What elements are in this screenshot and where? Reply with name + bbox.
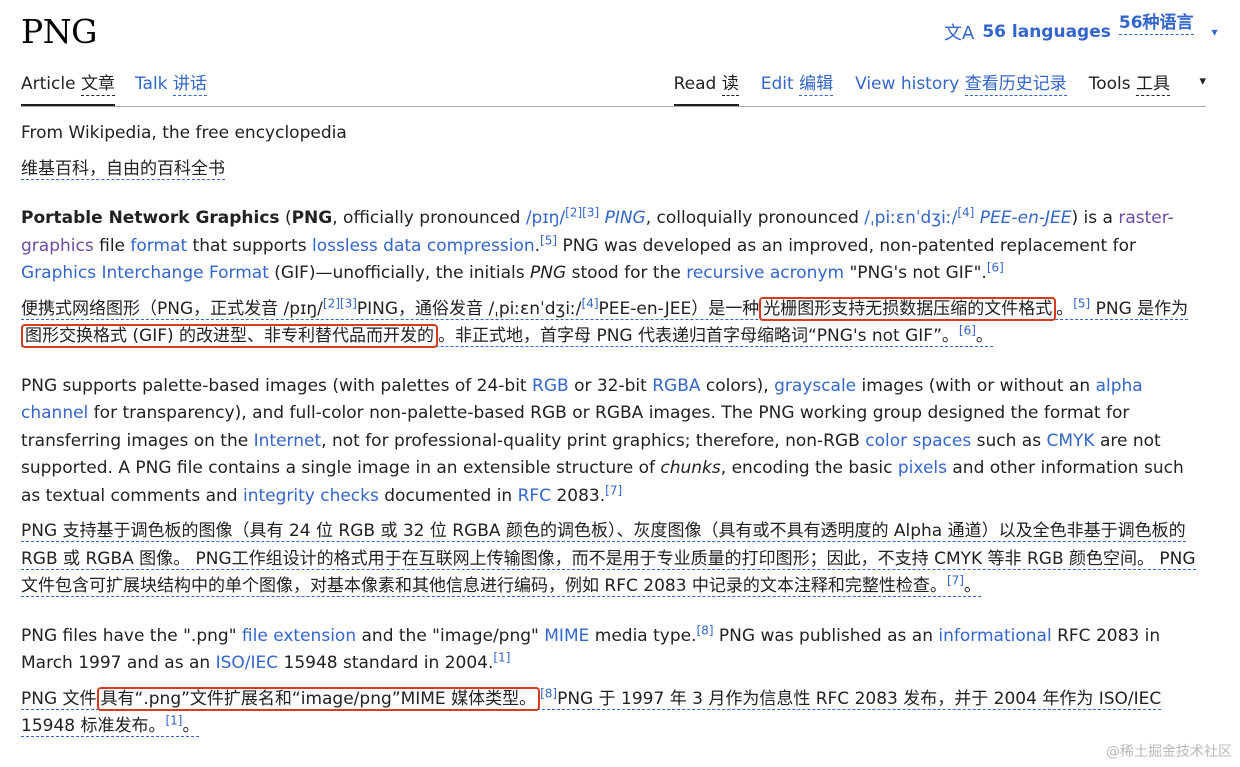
language-button[interactable]: 文A 56 languages 56种语言 ▾: [944, 13, 1218, 45]
view-tabs: Read 读 Edit 编辑 View history 查看历史记录 Tools…: [673, 70, 1170, 106]
ref-link[interactable]: [4]: [957, 205, 974, 219]
tab-view-history[interactable]: View history 查看历史记录: [855, 70, 1067, 106]
ref-link[interactable]: [6]: [987, 260, 1004, 274]
ref-link[interactable]: [6]: [959, 323, 976, 337]
ref-link[interactable]: [7]: [947, 573, 964, 587]
tab-article[interactable]: Article 文章: [21, 70, 115, 106]
ref-link[interactable]: [8]: [697, 623, 714, 637]
link[interactable]: lossless data compression: [312, 236, 535, 256]
ref-link[interactable]: [7]: [605, 483, 622, 497]
page-title: PNG: [21, 12, 97, 51]
site-tagline: From Wikipedia, the free encyclopedia: [21, 123, 347, 143]
link[interactable]: RGB: [532, 376, 569, 396]
link[interactable]: ISO/IEC: [216, 653, 279, 673]
header-divider: [21, 106, 1206, 107]
site-tagline-zh: 维基百科，自由的百科全书: [21, 158, 225, 180]
paragraph-1-zh: 便携式网络图形（PNG，正式发音 /pɪŋ/[2][3]PING，通俗发音 /ˌ…: [21, 295, 1189, 348]
ref-link[interactable]: [4]: [582, 296, 599, 310]
paragraph-3-zh: PNG 文件 具有“.png”文件扩展名和“image/png”MIME 媒体类型…: [21, 685, 1162, 737]
ref-link[interactable]: [1]: [493, 650, 510, 664]
highlight-box: 图形交换格式 (GIF) 的改进型、非专利替代品而开发的: [21, 324, 439, 348]
paragraph-1: Portable Network Graphics (PNG, official…: [21, 205, 1174, 283]
tab-edit[interactable]: Edit 编辑: [761, 70, 834, 106]
watermark: @稀土掘金技术社区: [1106, 744, 1232, 760]
ref-link[interactable]: [8]: [540, 686, 557, 700]
ipa-link[interactable]: /ˌpiːɛnˈdʒiː/: [864, 208, 957, 228]
link[interactable]: file extension: [242, 626, 356, 646]
translate-icon: 文A: [944, 23, 975, 44]
link[interactable]: Graphics Interchange Format: [21, 263, 269, 283]
link[interactable]: color spaces: [865, 431, 971, 451]
highlight-box: 具有“.png”文件扩展名和“image/png”MIME 媒体类型。: [96, 686, 541, 711]
link[interactable]: pixels: [898, 458, 947, 478]
tab-read[interactable]: Read 读: [673, 70, 739, 106]
paragraph-3: PNG files have the ".png" file extension…: [21, 622, 1161, 673]
link[interactable]: RFC: [518, 486, 551, 506]
ref-link[interactable]: [2]: [565, 205, 582, 219]
link[interactable]: format: [130, 236, 187, 256]
ref-link[interactable]: [2]: [323, 296, 340, 310]
chevron-down-icon: ▾: [1211, 25, 1218, 39]
tab-tools[interactable]: Tools 工具: [1089, 70, 1170, 106]
paragraph-2: PNG supports palette-based images (with …: [21, 375, 1184, 506]
tools-chevron-icon[interactable]: ▾: [1199, 74, 1206, 89]
ipa-link[interactable]: /pɪŋ/: [526, 208, 565, 228]
ref-link[interactable]: [1]: [165, 713, 182, 727]
link[interactable]: MIME: [544, 626, 589, 646]
link[interactable]: Internet: [254, 431, 322, 451]
link[interactable]: CMYK: [1046, 431, 1094, 451]
ref-link[interactable]: [3]: [582, 205, 599, 219]
paragraph-2-zh: PNG 支持基于调色板的图像（具有 24 位 RGB 或 32 位 RGBA 颜…: [21, 521, 1196, 597]
link[interactable]: informational: [938, 626, 1051, 646]
ref-link[interactable]: [5]: [1073, 296, 1090, 310]
highlight-box: 光栅图形支持无损数据压缩的文件格式: [759, 296, 1057, 321]
link[interactable]: grayscale: [774, 376, 856, 396]
article-content: From Wikipedia, the free encyclopedia 维基…: [21, 120, 1206, 763]
language-count: 56 languages: [982, 22, 1111, 42]
link[interactable]: integrity checks: [243, 486, 379, 506]
link[interactable]: recursive acronym: [686, 263, 844, 283]
ref-link[interactable]: [5]: [540, 233, 557, 247]
language-count-zh: 56种语言: [1118, 8, 1194, 35]
tab-talk[interactable]: Talk 讲话: [135, 70, 207, 106]
namespace-tabs: Article 文章 Talk 讲话: [21, 70, 207, 106]
link[interactable]: RGBA: [652, 376, 700, 396]
ref-link[interactable]: [3]: [340, 296, 357, 310]
